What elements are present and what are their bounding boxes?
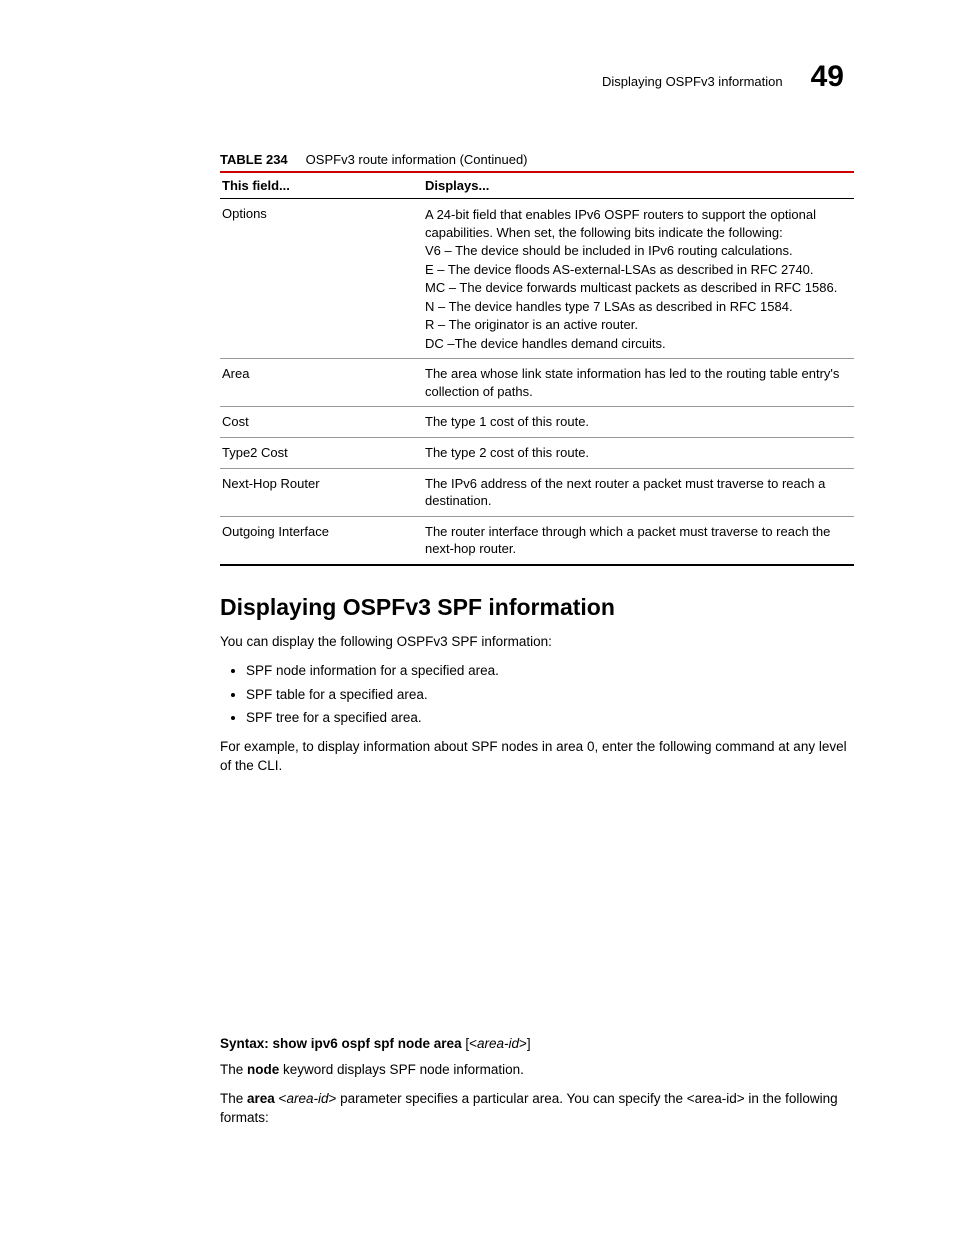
syntax-cmd: show ipv6 ospf spf node area — [269, 1036, 466, 1051]
ital-areaid: area-id — [286, 1091, 328, 1106]
header-title: Displaying OSPFv3 information — [602, 74, 783, 89]
intro-text: You can display the following OSPFv3 SPF… — [220, 633, 854, 652]
chapter-number: 49 — [811, 60, 844, 94]
desc-cell: A 24-bit field that enables IPv6 OSPF ro… — [423, 199, 854, 359]
page-header: Displaying OSPFv3 information 49 — [100, 60, 854, 94]
list-item: SPF table for a specified area. — [246, 686, 854, 705]
col-this-field: This field... — [220, 172, 423, 199]
desc-cell: The area whose link state information ha… — [423, 359, 854, 407]
field-cell: Cost — [220, 407, 423, 438]
list-item: SPF tree for a specified area. — [246, 709, 854, 728]
list-item: SPF node information for a specified are… — [246, 662, 854, 681]
node-keyword-text: The node keyword displays SPF node infor… — [220, 1061, 854, 1080]
txt: < — [275, 1091, 287, 1106]
table-row: Outgoing Interface The router interface … — [220, 516, 854, 565]
area-param-text: The area <area-id> parameter specifies a… — [220, 1090, 854, 1128]
opt-line: V6 – The device should be included in IP… — [425, 242, 848, 260]
field-cell: Area — [220, 359, 423, 407]
opt-line: DC –The device handles demand circuits. — [425, 335, 848, 353]
table-row: Next-Hop Router The IPv6 address of the … — [220, 468, 854, 516]
bold-node: node — [247, 1062, 279, 1077]
bracket-close: >] — [519, 1036, 531, 1051]
field-cell: Outgoing Interface — [220, 516, 423, 565]
bracket-open: [< — [465, 1036, 477, 1051]
content-area: TABLE 234 OSPFv3 route information (Conti… — [220, 152, 854, 1128]
field-cell: Options — [220, 199, 423, 359]
desc-cell: The router interface through which a pac… — [423, 516, 854, 565]
syntax-label: Syntax: — [220, 1036, 269, 1051]
opt-line: R – The originator is an active router. — [425, 316, 848, 334]
txt: The — [220, 1062, 247, 1077]
syntax-line: Syntax: show ipv6 ospf spf node area [<a… — [220, 1036, 854, 1051]
desc-cell: The IPv6 address of the next router a pa… — [423, 468, 854, 516]
table-row: Cost The type 1 cost of this route. — [220, 407, 854, 438]
txt: keyword displays SPF node information. — [279, 1062, 524, 1077]
field-cell: Type2 Cost — [220, 438, 423, 469]
desc-cell: The type 2 cost of this route. — [423, 438, 854, 469]
bullet-list: SPF node information for a specified are… — [220, 662, 854, 729]
bold-area: area — [247, 1091, 275, 1106]
table-caption: TABLE 234 OSPFv3 route information (Conti… — [220, 152, 854, 167]
opt-line: N – The device handles type 7 LSAs as de… — [425, 298, 848, 316]
desc-cell: The type 1 cost of this route. — [423, 407, 854, 438]
table-header-row: This field... Displays... — [220, 172, 854, 199]
section-heading: Displaying OSPFv3 SPF information — [220, 594, 854, 621]
example-text: For example, to display information abou… — [220, 738, 854, 776]
txt: The — [220, 1091, 247, 1106]
table-row: Type2 Cost The type 2 cost of this route… — [220, 438, 854, 469]
table-number: TABLE 234 — [220, 152, 288, 167]
table-row: Area The area whose link state informati… — [220, 359, 854, 407]
opt-line: E – The device floods AS-external-LSAs a… — [425, 261, 848, 279]
opt-line: MC – The device forwards multicast packe… — [425, 279, 848, 297]
table-row: Options A 24-bit field that enables IPv6… — [220, 199, 854, 359]
field-cell: Next-Hop Router — [220, 468, 423, 516]
col-displays: Displays... — [423, 172, 854, 199]
table-title: OSPFv3 route information (Continued) — [306, 152, 528, 167]
syntax-param: area-id — [477, 1036, 519, 1051]
ospf-route-info-table: This field... Displays... Options A 24-b… — [220, 171, 854, 566]
opt-line: A 24-bit field that enables IPv6 OSPF ro… — [425, 206, 848, 241]
page: Displaying OSPFv3 information 49 TABLE 2… — [0, 0, 954, 1235]
